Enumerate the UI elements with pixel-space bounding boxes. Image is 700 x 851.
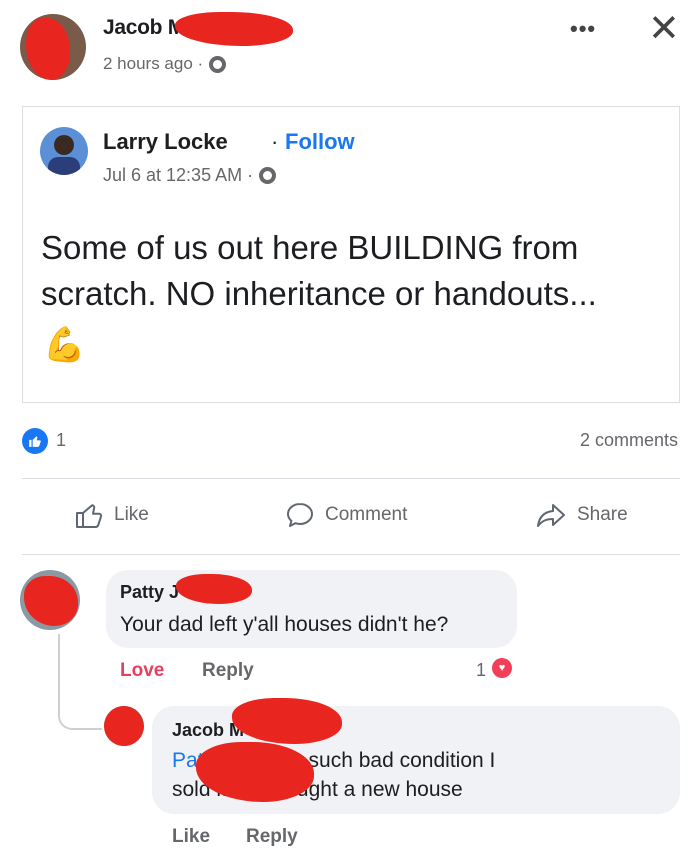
divider bbox=[22, 478, 680, 479]
reply-button[interactable]: Reply bbox=[202, 660, 254, 682]
share-button[interactable]: Share bbox=[535, 500, 628, 530]
separator-dot: · bbox=[271, 129, 279, 154]
commenter-avatar[interactable] bbox=[20, 570, 80, 630]
comment-text: Your dad left y'all houses didn't he? bbox=[120, 613, 449, 636]
divider bbox=[22, 554, 680, 555]
heart-icon: ♥ bbox=[492, 658, 512, 678]
reply-thread-line bbox=[58, 634, 102, 730]
shared-author-avatar[interactable] bbox=[40, 127, 88, 175]
close-button[interactable]: ✕ bbox=[648, 10, 680, 48]
thumbs-up-icon bbox=[76, 504, 103, 528]
globe-icon bbox=[209, 55, 227, 73]
redaction-mark bbox=[26, 18, 70, 80]
shared-author-name[interactable]: Larry Locke bbox=[103, 129, 228, 155]
redaction-mark bbox=[104, 706, 144, 746]
redaction-mark bbox=[175, 12, 293, 46]
reaction-count[interactable]: 1 bbox=[56, 430, 66, 451]
comment-button[interactable]: Comment bbox=[285, 500, 407, 530]
post-author-name[interactable]: Jacob M bbox=[103, 16, 185, 40]
post-author-avatar[interactable] bbox=[20, 14, 86, 80]
comment-count-link[interactable]: 2 comments bbox=[580, 430, 678, 451]
reply-button[interactable]: Reply bbox=[246, 826, 298, 848]
like-button[interactable]: Like bbox=[74, 500, 149, 530]
shared-timestamp[interactable]: Jul 6 at 12:35 AM · bbox=[103, 165, 277, 186]
follow-button[interactable]: Follow bbox=[285, 129, 355, 155]
speech-bubble-icon bbox=[287, 503, 313, 527]
redaction-mark bbox=[24, 576, 78, 626]
comment-author-name[interactable]: Patty J bbox=[120, 582, 179, 603]
shared-post-text: Some of us out here BUILDING from scratc… bbox=[41, 229, 597, 312]
reply-author-avatar[interactable] bbox=[104, 706, 144, 746]
like-comment-button[interactable]: Like bbox=[172, 826, 210, 848]
comment-reaction-count[interactable]: 1 bbox=[476, 660, 486, 681]
share-arrow-icon bbox=[537, 504, 565, 527]
more-options-button[interactable]: ••• bbox=[570, 16, 596, 42]
post-timestamp[interactable]: 2 hours ago · bbox=[103, 54, 227, 74]
shared-post-card[interactable]: Larry Locke · Follow Jul 6 at 12:35 AM ·… bbox=[22, 106, 680, 403]
globe-icon bbox=[259, 167, 277, 184]
flexed-biceps-icon: 💪 bbox=[43, 326, 86, 364]
like-reaction-icon[interactable] bbox=[22, 428, 48, 454]
love-reaction-button[interactable]: Love bbox=[120, 660, 164, 682]
